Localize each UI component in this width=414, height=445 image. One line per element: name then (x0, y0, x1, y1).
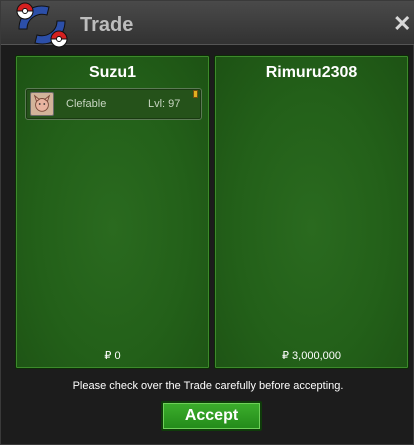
player-name: Rimuru2308 (265, 64, 358, 81)
trade-logo-icon (16, 2, 68, 48)
item-tag-icon (193, 90, 198, 98)
partner-offer-panel: Rimuru2308 ₽ 3,000,000 (214, 55, 409, 369)
trade-item-slot[interactable]: Clefable Lvl: 97 (25, 88, 202, 120)
my-offer-panel: Suzu1 Clefable Lvl: 97 ₽ 0 (15, 55, 210, 369)
money-offer: ₽ 0 (104, 350, 121, 362)
trade-notice: Please check over the Trade carefully be… (72, 380, 344, 392)
trade-window: Trade ✕ Suzu1 Clefable Lvl: 97 ₽ 0 Rimur… (0, 0, 414, 445)
title-bar[interactable]: Trade ✕ (1, 1, 414, 48)
money-offer: ₽ 3,000,000 (282, 350, 341, 362)
window-title: Trade (80, 14, 134, 36)
item-name: Clefable (66, 98, 107, 110)
accept-button[interactable]: Accept (161, 401, 262, 431)
pokemon-sprite-icon (30, 92, 54, 116)
item-level: Lvl: 97 (148, 98, 181, 110)
close-icon[interactable]: ✕ (393, 13, 411, 35)
player-name: Suzu1 (88, 64, 137, 81)
